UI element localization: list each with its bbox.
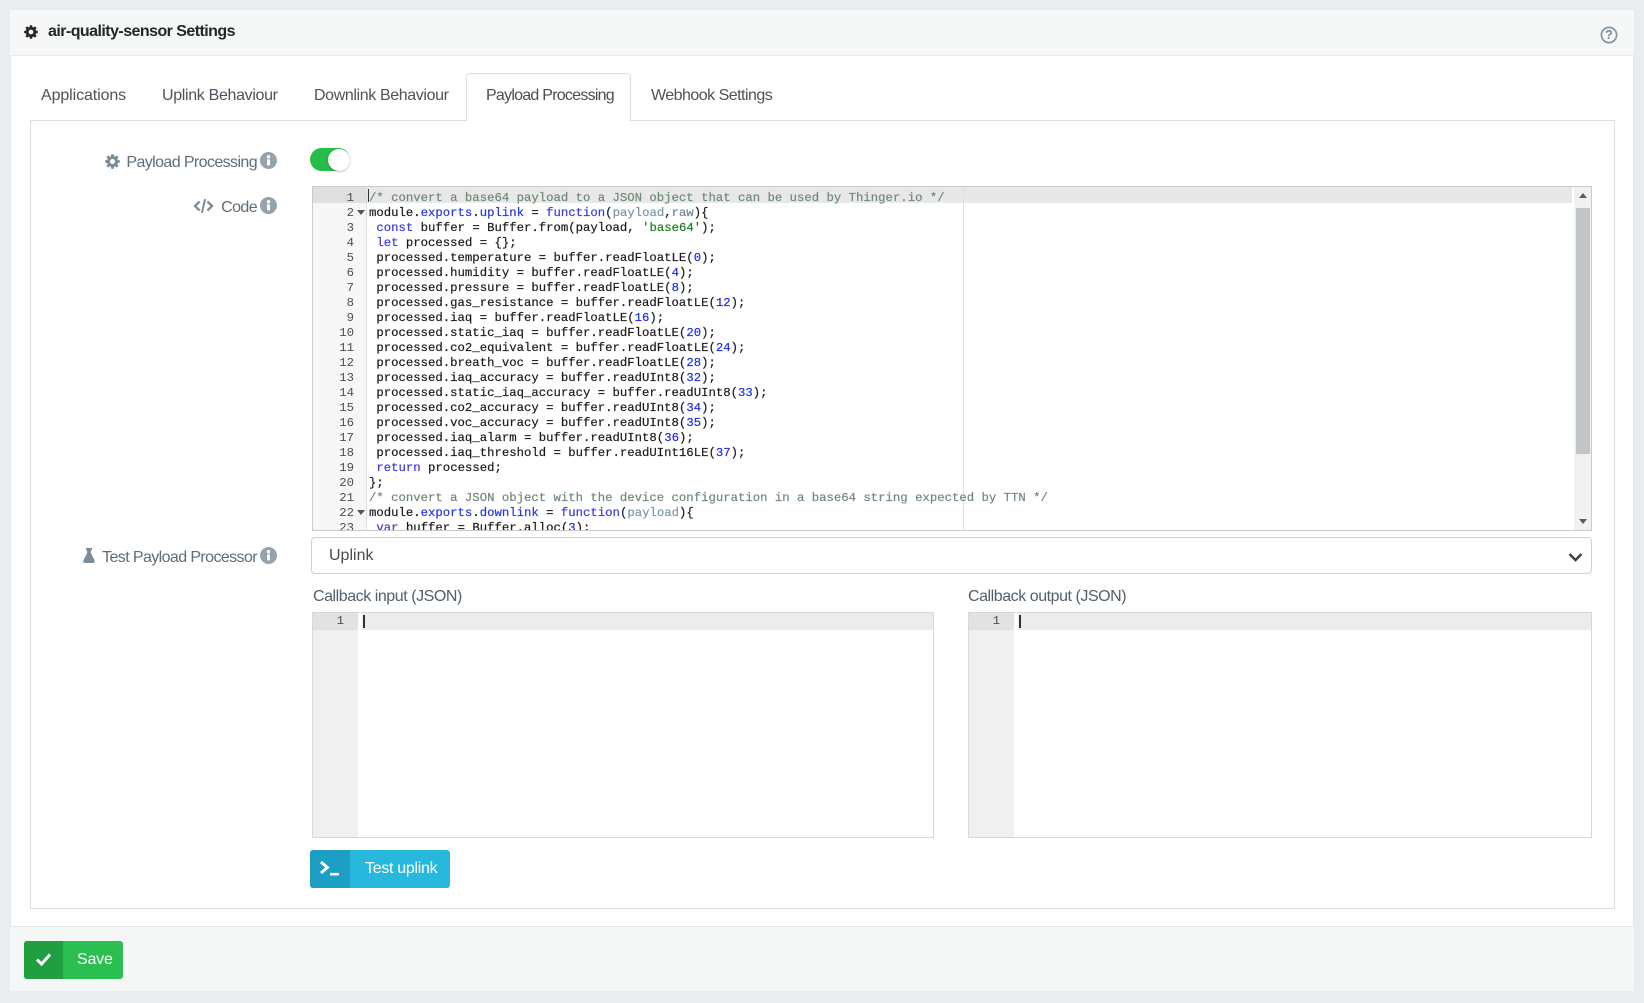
svg-text:?: ?	[1605, 28, 1613, 42]
